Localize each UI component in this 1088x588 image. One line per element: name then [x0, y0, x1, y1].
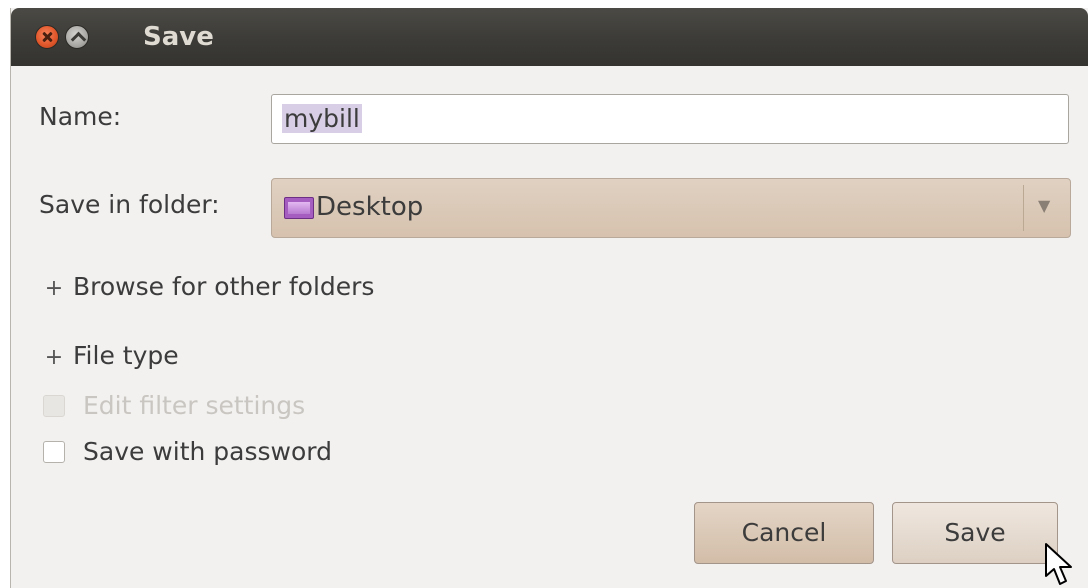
maximize-window-button[interactable] — [65, 25, 89, 49]
mouse-pointer-icon — [1045, 543, 1072, 585]
save-with-password-option[interactable]: Save with password — [43, 437, 332, 466]
name-input[interactable]: mybill — [271, 94, 1069, 144]
window-title: Save — [143, 22, 214, 52]
save-dialog: Save Name: mybill Save in folder: Deskto… — [10, 8, 1088, 588]
save-with-password-checkbox[interactable] — [43, 441, 65, 463]
save-in-folder-label: Save in folder: — [39, 190, 220, 219]
close-window-button[interactable] — [35, 25, 59, 49]
folder-selected-value: Desktop — [316, 192, 424, 222]
name-input-value: mybill — [282, 104, 362, 133]
edit-filter-settings-label: Edit filter settings — [83, 391, 306, 420]
save-with-password-label: Save with password — [83, 437, 332, 466]
dropdown-arrow-icon[interactable]: ▼ — [1038, 196, 1050, 215]
cancel-button[interactable]: Cancel — [694, 502, 874, 564]
dropdown-separator — [1023, 185, 1024, 231]
edit-filter-settings-option: Edit filter settings — [43, 391, 305, 420]
edit-filter-settings-checkbox — [43, 395, 65, 417]
title-bar: Save — [11, 8, 1088, 66]
desktop-folder-icon — [284, 197, 314, 219]
name-label: Name: — [39, 102, 122, 131]
browse-folders-label: Browse for other folders — [73, 272, 375, 301]
file-type-label: File type — [73, 341, 179, 370]
file-type-expander[interactable]: + File type — [43, 341, 179, 370]
browse-folders-expander[interactable]: + Browse for other folders — [43, 272, 375, 301]
save-in-folder-dropdown[interactable]: Desktop ▼ — [271, 178, 1071, 238]
expand-plus-icon: + — [44, 345, 64, 370]
expand-plus-icon: + — [44, 276, 64, 301]
save-button[interactable]: Save — [892, 502, 1058, 564]
